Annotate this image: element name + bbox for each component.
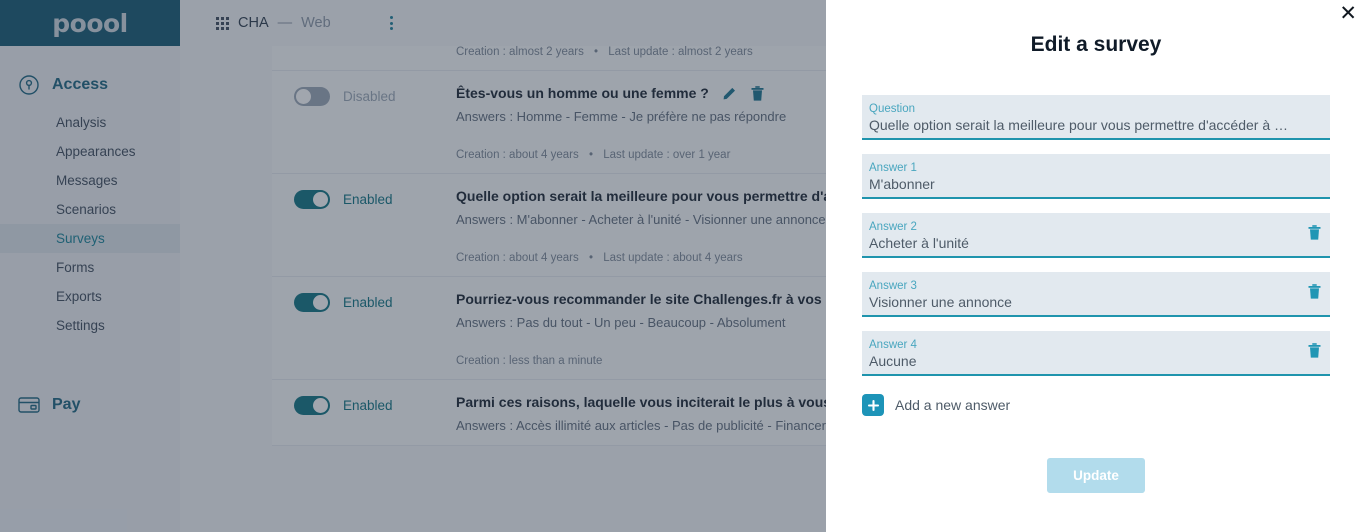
plus-icon[interactable] <box>862 394 884 416</box>
survey-state-label: Enabled <box>343 398 393 413</box>
edit-survey-panel: ✕ Edit a survey Question Quelle option s… <box>826 0 1366 532</box>
sidebar-group-pay-header[interactable]: Pay <box>0 390 180 420</box>
field-value: Acheter à l'unité <box>869 235 969 251</box>
trash-icon[interactable] <box>1308 224 1321 245</box>
update-button[interactable]: Update <box>1047 458 1145 493</box>
survey-question: Êtes-vous un homme ou une femme ? <box>456 85 709 101</box>
survey-state-label: Disabled <box>343 89 396 104</box>
survey-enable-toggle[interactable] <box>294 293 330 312</box>
sidebar-item-scenarios[interactable]: Scenarios <box>0 195 180 224</box>
survey-enable-toggle[interactable] <box>294 190 330 209</box>
question-field[interactable]: Question Quelle option serait la meilleu… <box>862 95 1330 140</box>
survey-last-update: Last update : almost 2 years <box>608 46 753 58</box>
survey-fields: Question Quelle option serait la meilleu… <box>826 95 1366 376</box>
sidebar-item-forms[interactable]: Forms <box>0 253 180 282</box>
survey-state-label: Enabled <box>343 295 393 310</box>
credit-card-icon <box>18 396 40 414</box>
sidebar-item-appearances[interactable]: Appearances <box>0 137 180 166</box>
sidebar-group-access-header[interactable]: Access <box>0 68 180 102</box>
sidebar-access-items: Analysis Appearances Messages Scenarios … <box>0 108 180 340</box>
page-title: Edit a survey <box>1030 33 1162 56</box>
toggle-col: Enabled <box>294 394 456 415</box>
logo-bar: poool <box>0 0 180 46</box>
meta-separator: • <box>594 46 599 58</box>
sidebar: poool Access Analysis Appearances Messag… <box>0 0 180 532</box>
trash-icon[interactable] <box>751 85 764 101</box>
field-label: Answer 1 <box>869 162 917 174</box>
field-value: M'abonner <box>869 176 935 192</box>
survey-enable-toggle[interactable] <box>294 396 330 415</box>
survey-creation: Creation : almost 2 years <box>456 46 584 58</box>
field-value: Visionner une annonce <box>869 294 1012 310</box>
kebab-menu-icon[interactable] <box>389 16 393 30</box>
sidebar-group-pay-label: Pay <box>52 396 81 413</box>
field-label: Answer 3 <box>869 280 917 292</box>
app-name: CHA <box>238 15 269 31</box>
answer-2-field[interactable]: Answer 2 Acheter à l'unité <box>862 213 1330 258</box>
trash-icon[interactable] <box>1308 283 1321 304</box>
field-label: Answer 4 <box>869 339 917 351</box>
survey-enable-toggle[interactable] <box>294 87 330 106</box>
survey-creation: Creation : about 4 years <box>456 149 579 161</box>
lock-keyhole-icon <box>18 74 40 96</box>
close-icon[interactable]: ✕ <box>1339 3 1357 24</box>
sidebar-item-surveys[interactable]: Surveys <box>0 224 180 253</box>
toggle-col: Disabled <box>294 85 456 106</box>
pencil-icon[interactable] <box>723 86 737 100</box>
meta-separator: • <box>588 149 593 161</box>
sidebar-item-settings[interactable]: Settings <box>0 311 180 340</box>
survey-state-label: Enabled <box>343 192 393 207</box>
sidebar-item-analysis[interactable]: Analysis <box>0 108 180 137</box>
sidebar-group-access: Access Analysis Appearances Messages Sce… <box>0 46 180 340</box>
trash-icon[interactable] <box>1308 342 1321 363</box>
field-label: Question <box>869 103 916 115</box>
answer-3-field[interactable]: Answer 3 Visionner une annonce <box>862 272 1330 317</box>
sidebar-item-messages[interactable]: Messages <box>0 166 180 195</box>
sidebar-group-pay: Pay <box>0 368 180 420</box>
answer-1-field[interactable]: Answer 1 M'abonner <box>862 154 1330 199</box>
app-separator: — <box>277 15 293 31</box>
submit-row: Update <box>826 458 1366 493</box>
add-answer-label: Add a new answer <box>895 397 1011 413</box>
survey-last-update: Last update : about 4 years <box>603 252 743 264</box>
survey-creation: Creation : less than a minute <box>456 355 603 367</box>
sidebar-item-exports[interactable]: Exports <box>0 282 180 311</box>
app-platform: Web <box>301 15 331 31</box>
apps-grid-icon[interactable] <box>216 16 229 30</box>
meta-separator: • <box>588 252 593 264</box>
survey-creation: Creation : about 4 years <box>456 252 579 264</box>
sidebar-group-access-label: Access <box>52 76 109 93</box>
poool-logo: poool <box>52 8 128 38</box>
survey-question: Quelle option serait la meilleure pour v… <box>456 188 877 204</box>
add-answer-row[interactable]: Add a new answer <box>826 394 1366 416</box>
toggle-col <box>294 46 456 48</box>
survey-last-update: Last update : over 1 year <box>603 149 731 161</box>
toggle-col: Enabled <box>294 291 456 312</box>
answer-4-field[interactable]: Answer 4 Aucune <box>862 331 1330 376</box>
toggle-col: Enabled <box>294 188 456 209</box>
field-label: Answer 2 <box>869 221 917 233</box>
field-value: Aucune <box>869 353 917 369</box>
app-root: poool Access Analysis Appearances Messag… <box>0 0 1366 532</box>
field-value: Quelle option serait la meilleure pour v… <box>869 117 1290 133</box>
